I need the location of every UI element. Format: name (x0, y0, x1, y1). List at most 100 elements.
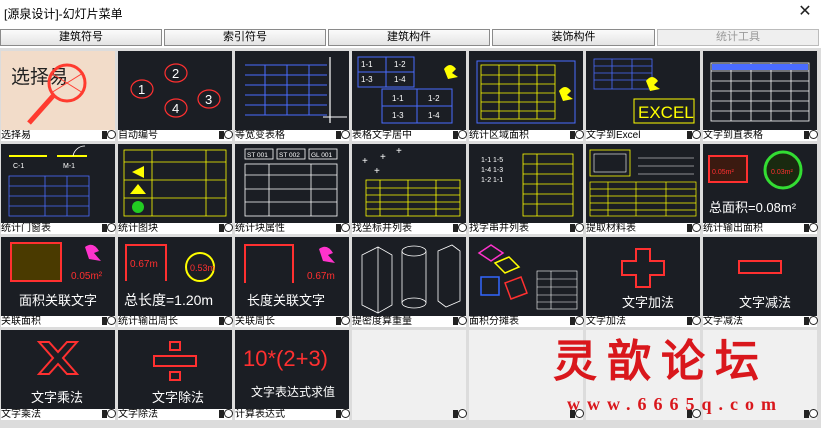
slide-label: 统计输出周长 (118, 316, 232, 327)
slide-label: 统计输出面积 (703, 223, 817, 234)
slide-string-list[interactable]: 1-1 1-5 1-4 1-3 1-2 1-1 找字串并列表 (468, 143, 584, 234)
slide-region-area[interactable]: 统计区域面积 (468, 50, 584, 141)
tool-icon (570, 223, 584, 234)
slide-grid: 选择易 选择易 1 2 4 3 自动编号 等宽变表格 1-1 1-2 1-3 1… (0, 48, 821, 428)
slide-label: 等宽变表格 (235, 130, 349, 141)
slide-calc-expression[interactable]: 10*(2+3) 文字表达式求值 计算表达式 (234, 329, 350, 420)
svg-text:1-3: 1-3 (493, 167, 503, 174)
slide-thumbnail (469, 51, 583, 130)
tab-decoration-components[interactable]: 装饰构件 (492, 29, 655, 46)
svg-text:3: 3 (205, 92, 212, 107)
slide-associate-perimeter[interactable]: 0.67m 长度关联文字 关联周长 (234, 236, 350, 327)
svg-text:0.05m²: 0.05m² (712, 169, 734, 176)
slide-thumbnail: C-1 M-1 (1, 144, 115, 223)
tool-icon (570, 409, 584, 420)
slide-thumbnail: EXCEL (586, 51, 700, 130)
slide-text-to-excel[interactable]: EXCEL 文字到Excel (585, 50, 701, 141)
slide-block-attributes[interactable]: ST 001 ST 002 GL 001 统计块属性 (234, 143, 350, 234)
slide-label: 计算表达式 (235, 409, 349, 420)
svg-text:1-2: 1-2 (394, 60, 406, 69)
window-title: [源泉设计]-幻灯片菜单 (4, 7, 123, 21)
slide-empty (351, 329, 467, 420)
tool-icon (804, 316, 818, 327)
slide-thumbnail (352, 237, 466, 316)
slide-empty (702, 329, 818, 420)
tool-icon (570, 130, 584, 141)
slide-thumbnail: 文字加法 (586, 237, 700, 316)
tool-icon (336, 130, 350, 141)
slide-label: 统计门窗表 (1, 223, 115, 234)
slide-label (703, 409, 817, 420)
svg-text:EXCEL: EXCEL (638, 103, 694, 122)
slide-output-area[interactable]: 0.05m² 0.03m² 总面积=0.08m² 统计输出面积 (702, 143, 818, 234)
slide-density-weight[interactable]: 提密度算重量 (351, 236, 467, 327)
slide-thumbnail (586, 330, 700, 409)
svg-text:ST 002: ST 002 (279, 152, 300, 159)
tab-architectural-symbols[interactable]: 建筑符号 (0, 29, 162, 46)
svg-text:文字加法: 文字加法 (622, 295, 674, 310)
tool-icon (102, 223, 116, 234)
svg-text:1-4: 1-4 (428, 111, 440, 120)
slide-material-table[interactable]: 提取材料表 (585, 143, 701, 234)
slide-block-stats[interactable]: 统计图块 (117, 143, 233, 234)
svg-text:1-3: 1-3 (361, 75, 373, 84)
slide-label: 文字减法 (703, 316, 817, 327)
slide-thumbnail: 0.05m² 0.03m² 总面积=0.08m² (703, 144, 817, 223)
slide-door-window-stats[interactable]: C-1 M-1 统计门窗表 (0, 143, 116, 234)
slide-text-add[interactable]: 文字加法 文字加法 (585, 236, 701, 327)
tool-icon (687, 316, 701, 327)
tool-icon (102, 130, 116, 141)
slide-text-divide[interactable]: 文字除法 文字除法 (117, 329, 233, 420)
slide-area-apportion[interactable]: 面积分摊表 (468, 236, 584, 327)
svg-text:GL 001: GL 001 (311, 152, 332, 159)
tool-icon (336, 409, 350, 420)
slide-associate-area[interactable]: 0.05m² 面积关联文字 关联面积 (0, 236, 116, 327)
slide-auto-number[interactable]: 1 2 4 3 自动编号 (117, 50, 233, 141)
svg-text:C-1: C-1 (13, 163, 24, 170)
slide-equal-width-table[interactable]: 等宽变表格 (234, 50, 350, 141)
slide-thumbnail: 0.67m 长度关联文字 (235, 237, 349, 316)
slide-thumbnail: 文字除法 (118, 330, 232, 409)
svg-text:M-1: M-1 (63, 163, 75, 170)
slide-text-subtract[interactable]: 文字减法 文字减法 (702, 236, 818, 327)
svg-text:文字乘法: 文字乘法 (31, 390, 83, 405)
slide-thumbnail (703, 51, 817, 130)
tool-icon (102, 316, 116, 327)
slide-coordinates-list[interactable]: + + + + 找坐标并列表 (351, 143, 467, 234)
slide-label: 找坐标并列表 (352, 223, 466, 234)
svg-text:ST 001: ST 001 (247, 152, 268, 159)
svg-text:0.05m²: 0.05m² (71, 271, 103, 282)
svg-text:1-2: 1-2 (481, 177, 491, 184)
slide-label: 选择易 (1, 130, 115, 141)
svg-text:1: 1 (138, 82, 145, 97)
slide-label: 关联面积 (1, 316, 115, 327)
tab-index-symbols[interactable]: 索引符号 (164, 29, 326, 46)
tab-statistics-tools[interactable]: 统计工具 (657, 29, 819, 46)
slide-label: 自动编号 (118, 130, 232, 141)
slide-thumbnail: + + + + (352, 144, 466, 223)
svg-text:1-4: 1-4 (481, 167, 491, 174)
tab-architectural-components[interactable]: 建筑构件 (328, 29, 490, 46)
close-icon[interactable]: ✕ (797, 3, 813, 21)
tool-icon (219, 130, 233, 141)
slide-text-to-table[interactable]: 文字到直表格 (702, 50, 818, 141)
slide-label: 提密度算重量 (352, 316, 466, 327)
slide-label: 文字到Excel (586, 130, 700, 141)
slide-label: 文字加法 (586, 316, 700, 327)
category-tabs: 建筑符号 索引符号 建筑构件 装饰构件 统计工具 (0, 28, 821, 48)
tool-icon (219, 223, 233, 234)
tool-icon (804, 409, 818, 420)
slide-table-text-center[interactable]: 1-1 1-2 1-3 1-4 1-1 1-2 1-3 1-4 表格文字居中 (351, 50, 467, 141)
tool-icon (336, 316, 350, 327)
slide-output-perimeter[interactable]: 0.67m 0.53m 总长度=1.20m 统计输出周长 (117, 236, 233, 327)
slide-label: 文字到直表格 (703, 130, 817, 141)
thumb-caption: 选择易 (11, 66, 68, 88)
slide-text-multiply[interactable]: 文字乘法 文字乘法 (0, 329, 116, 420)
svg-text:文字减法: 文字减法 (739, 295, 791, 310)
slide-thumbnail: 0.05m² 面积关联文字 (1, 237, 115, 316)
slide-select-easy[interactable]: 选择易 选择易 (0, 50, 116, 141)
slide-label: 面积分摊表 (469, 316, 583, 327)
slide-thumbnail: 选择易 (1, 51, 115, 130)
svg-text:+: + (362, 156, 368, 167)
tool-icon (804, 130, 818, 141)
